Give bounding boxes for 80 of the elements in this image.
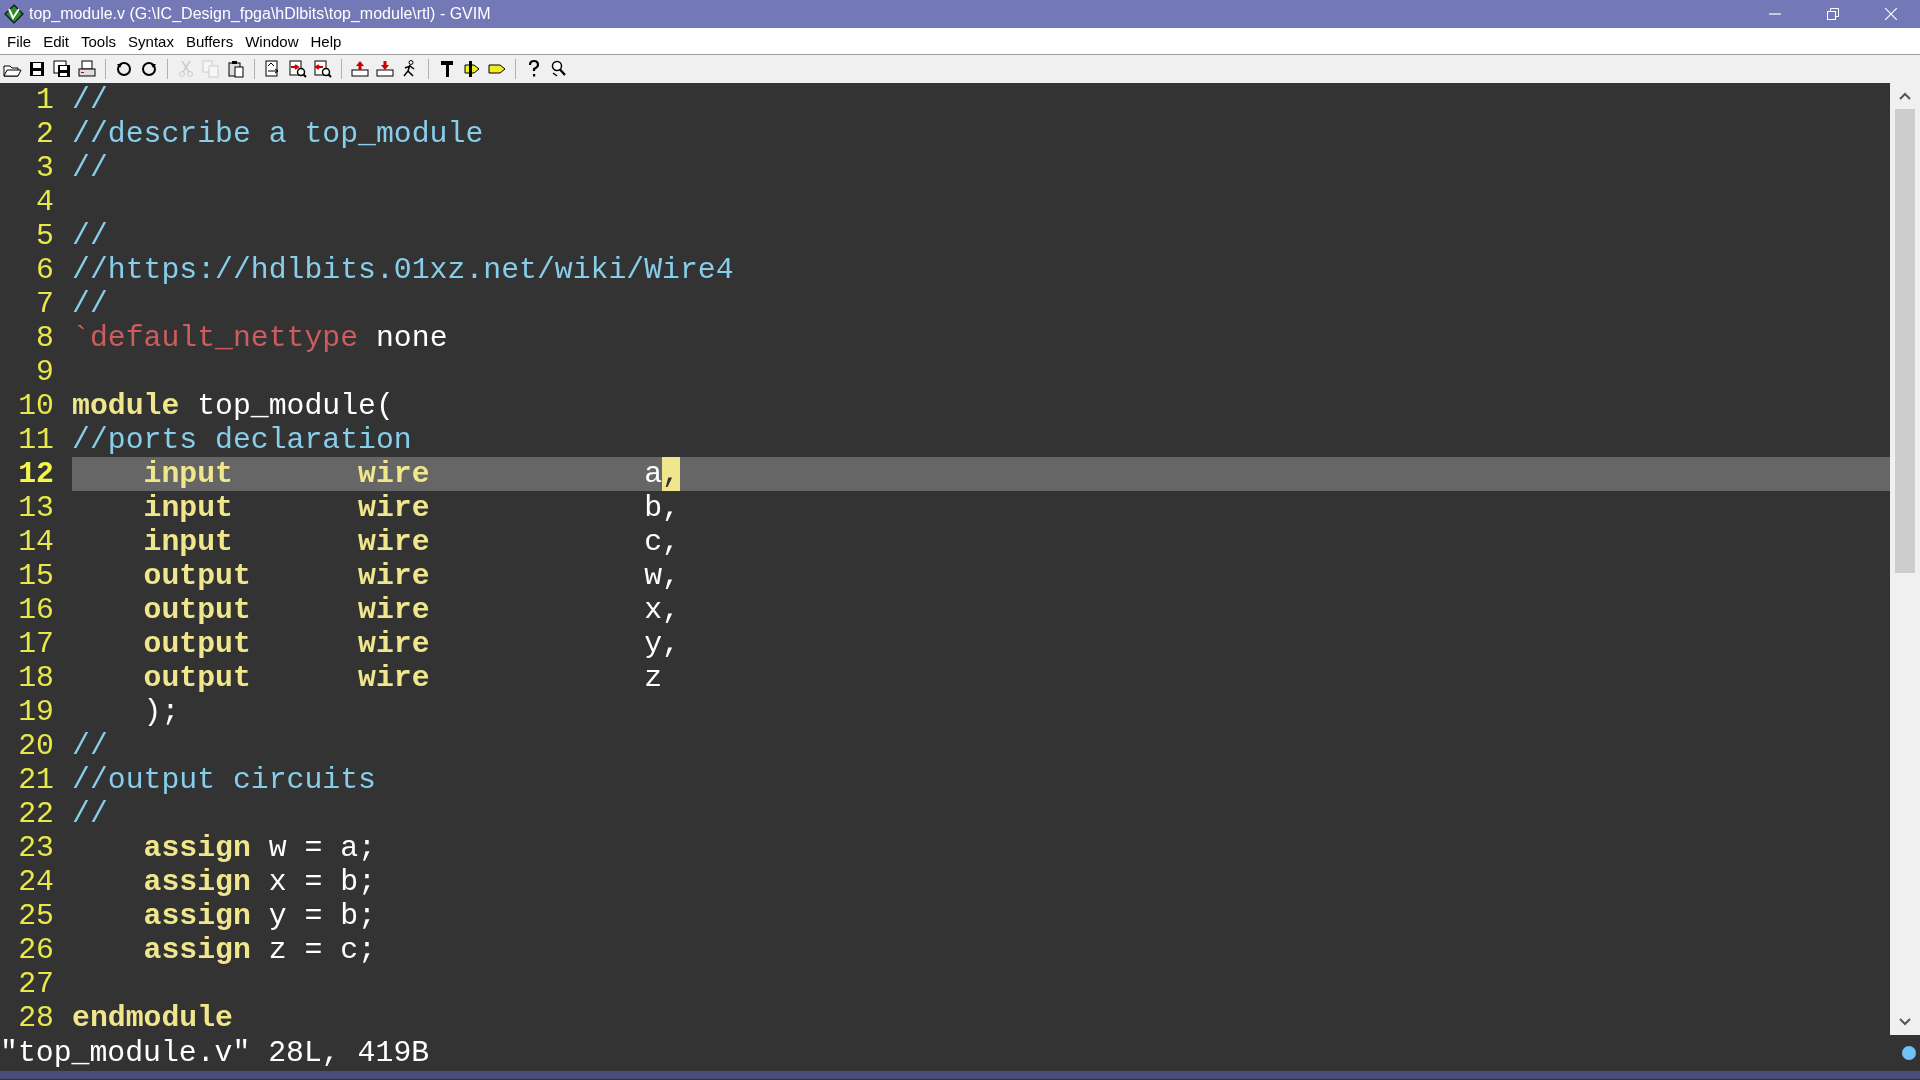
code-line: output wire x, [142, 593, 681, 627]
line-number: 24 [17, 865, 55, 899]
line-number: 17 [17, 627, 55, 661]
download-tray-icon[interactable] [375, 59, 395, 79]
menu-item[interactable]: Syntax [123, 30, 179, 52]
line-number: 15 [17, 559, 55, 593]
menu-item[interactable]: File [2, 30, 37, 52]
line-number: 18 [17, 661, 55, 695]
printer-icon[interactable] [77, 59, 97, 79]
line-number: 5 [35, 219, 55, 253]
line-number: 9 [35, 355, 55, 389]
code-line: //describe a top_module [72, 117, 485, 151]
code-line: output wire w, [142, 559, 681, 593]
find-previous-icon[interactable] [313, 59, 333, 79]
scroll-down-icon[interactable] [1898, 1017, 1912, 1027]
code-line: output wire z [142, 661, 664, 695]
line-number: 21 [17, 763, 55, 797]
line-number: 20 [17, 729, 55, 763]
line-number: 10 [17, 389, 55, 423]
line-number: 4 [35, 185, 55, 219]
code-line: assign x = b; [142, 865, 377, 899]
line-number: 13 [17, 491, 55, 525]
code-line: // [72, 83, 109, 117]
redo-icon[interactable] [139, 59, 159, 79]
code-line: assign w = a; [142, 831, 377, 865]
code-line: //ports declaration [72, 423, 413, 457]
code-line: //output circuits [72, 763, 377, 797]
close-icon [1885, 8, 1897, 20]
code-line: output wire y, [142, 627, 681, 661]
menu-item[interactable]: Buffers [180, 30, 239, 52]
code-line: // [72, 219, 109, 253]
menu-item[interactable]: Tools [76, 30, 122, 52]
scrollbar-thumb[interactable] [1895, 109, 1915, 573]
undo-icon[interactable] [114, 59, 134, 79]
menu-item[interactable]: Edit [38, 30, 75, 52]
status-dot-icon [1902, 1046, 1916, 1060]
code-line: module top_module( [72, 389, 395, 423]
code-line: assign y = b; [142, 899, 377, 933]
find-help-icon[interactable] [549, 59, 569, 79]
line-number: 19 [17, 695, 55, 729]
line-number: 22 [17, 797, 55, 831]
vertical-scrollbar[interactable] [1890, 83, 1920, 1035]
line-number: 7 [35, 287, 55, 321]
line-number: 28 [17, 1001, 55, 1035]
code-line: assign z = c; [142, 933, 377, 967]
find-next-icon[interactable] [288, 59, 308, 79]
code-line: //https://hdlbits.01xz.net/wiki/Wire4 [72, 253, 735, 287]
line-number: 26 [17, 933, 55, 967]
code-line: ); [142, 695, 181, 729]
menu-item[interactable]: Window [240, 30, 304, 52]
code-line: // [72, 797, 109, 831]
line-number: 1 [35, 83, 55, 117]
line-number: 25 [17, 899, 55, 933]
line-number: 8 [35, 321, 55, 355]
line-number: 2 [35, 117, 55, 151]
restore-icon [1827, 8, 1839, 20]
code-line: // [72, 729, 109, 763]
code-line: input wire b, [142, 491, 681, 525]
scroll-up-icon[interactable] [1898, 91, 1912, 101]
code-line: input wire c, [142, 525, 681, 559]
tag-hammer-icon[interactable] [462, 59, 482, 79]
code-line: // [72, 287, 109, 321]
window-title: top_module.v (G:\IC_Design_fpga\hDlbits\top_module\rtl) - GVIM [29, 5, 492, 23]
clipboard-icon[interactable] [226, 59, 246, 79]
line-number: 6 [35, 253, 55, 287]
code-line: `default_nettype none [72, 321, 449, 355]
line-number: 11 [17, 423, 55, 457]
line-number: 27 [17, 967, 55, 1001]
line-number: 3 [35, 151, 55, 185]
vim-logo-icon [4, 4, 24, 24]
status-message: "top_module.v" 28L, 419B [0, 1036, 431, 1070]
line-number: 23 [17, 831, 55, 865]
menu-item[interactable]: Help [305, 30, 347, 52]
line-number: 14 [17, 525, 55, 559]
floppy-disks-icon[interactable] [52, 59, 72, 79]
line-number: 16 [17, 593, 55, 627]
code-line: endmodule [72, 1001, 234, 1035]
line-number: 12 [17, 457, 55, 491]
code-line: // [72, 151, 109, 185]
upload-tray-icon[interactable] [350, 59, 370, 79]
